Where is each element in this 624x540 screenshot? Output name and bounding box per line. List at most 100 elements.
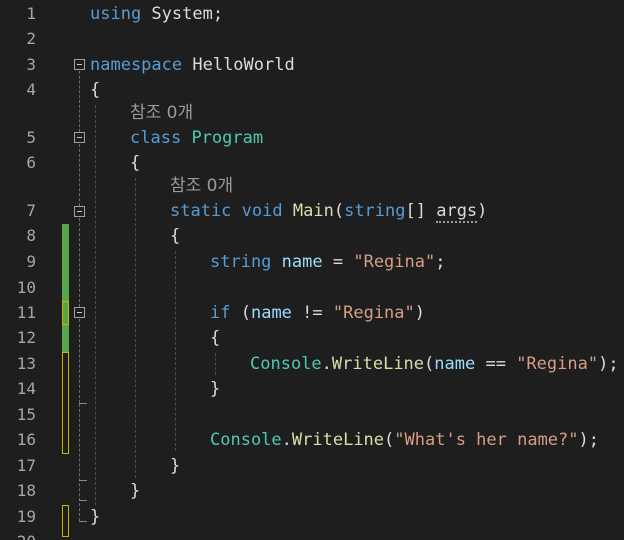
code-token: Main	[292, 201, 334, 221]
code-token: }	[170, 456, 181, 476]
line-number: 15	[16, 405, 36, 424]
code-text[interactable]: using System;	[90, 1, 223, 27]
code-text[interactable]: }	[90, 504, 100, 530]
code-line[interactable]: 1 using System;	[0, 1, 624, 27]
code-text[interactable]: namespace HelloWorld	[90, 52, 295, 78]
line-number: 12	[16, 328, 36, 347]
code-token: .	[321, 354, 332, 374]
code-line[interactable]: 2	[0, 26, 624, 52]
code-line[interactable]: 7 static void Main(string[] args)	[0, 198, 624, 224]
code-line[interactable]: 15	[0, 402, 624, 428]
code-token: (	[424, 354, 435, 374]
code-line[interactable]: 19 }	[0, 504, 624, 530]
code-token: class	[130, 128, 182, 148]
code-text[interactable]: }	[170, 453, 180, 479]
code-editor[interactable]: 1 using System; 2 3 namespace HelloWorld…	[0, 0, 624, 540]
code-line[interactable]: 9 string name = "Regina";	[0, 249, 624, 275]
code-token: name	[434, 354, 476, 374]
code-text[interactable]: {	[210, 325, 220, 351]
codelens-row[interactable]: 참조 0개	[0, 173, 624, 199]
line-number: 14	[16, 379, 36, 398]
code-text[interactable]: }	[210, 376, 220, 402]
outline-line	[79, 404, 80, 521]
line-number: 18	[16, 481, 36, 500]
code-token: args	[436, 201, 478, 223]
code-token: name	[250, 303, 292, 323]
code-token: name	[281, 252, 323, 272]
collapse-if-icon[interactable]	[74, 307, 85, 318]
outline-end	[79, 521, 87, 522]
code-token: "Regina"	[332, 303, 415, 323]
line-number: 20	[0, 529, 36, 540]
indent-guide	[95, 105, 96, 505]
codelens-row[interactable]: 참조 0개	[0, 100, 624, 126]
code-token: (	[384, 430, 395, 450]
code-token: static	[170, 201, 232, 221]
code-token: Console	[210, 430, 282, 450]
code-token: System;	[141, 4, 224, 24]
code-token: );	[578, 430, 599, 450]
line-number: 3	[26, 55, 36, 74]
code-line[interactable]: 11 if (name != "Regina")	[0, 300, 624, 326]
code-text[interactable]: if (name != "Regina")	[210, 300, 425, 326]
code-line[interactable]: 13 Console.WriteLine(name == "Regina");	[0, 351, 624, 377]
code-token: HelloWorld	[182, 55, 295, 75]
code-token: using	[90, 4, 142, 24]
code-token: {	[170, 226, 181, 246]
code-line[interactable]: 5 class Program	[0, 125, 624, 151]
code-line[interactable]: 10	[0, 275, 624, 301]
line-number: 9	[26, 252, 36, 271]
outline-end	[79, 480, 87, 481]
code-text[interactable]: static void Main(string[] args)	[170, 198, 487, 224]
code-line[interactable]: 8 {	[0, 223, 624, 249]
line-number: 1	[26, 4, 36, 23]
change-marker-unsaved	[62, 505, 69, 537]
outline-line	[79, 144, 80, 206]
code-line[interactable]: 18 }	[0, 478, 624, 504]
code-text[interactable]: string name = "Regina";	[210, 249, 445, 275]
code-text[interactable]: }	[130, 478, 140, 504]
code-line[interactable]: 14 }	[0, 376, 624, 402]
change-marker-unsaved	[62, 352, 69, 454]
references-codelens[interactable]: 참조 0개	[170, 173, 233, 199]
code-line[interactable]: 17 }	[0, 453, 624, 479]
collapse-method-icon[interactable]	[74, 206, 85, 217]
code-line[interactable]: 3 namespace HelloWorld	[0, 52, 624, 78]
line-number: 8	[26, 226, 36, 245]
outline-line	[79, 319, 80, 403]
code-token: void	[241, 201, 283, 221]
code-token: }	[90, 507, 101, 527]
code-text[interactable]: {	[170, 223, 180, 249]
outline-end	[79, 500, 87, 501]
code-token: )	[414, 303, 426, 323]
line-number: 17	[16, 456, 36, 475]
code-token: (	[230, 303, 251, 323]
code-line[interactable]: 20	[0, 529, 624, 540]
code-token: {	[130, 153, 141, 173]
indent-guide	[215, 353, 216, 375]
code-text[interactable]: Console.WriteLine("What's her name?");	[210, 427, 599, 453]
code-token: )	[477, 201, 488, 221]
code-line[interactable]: 12 {	[0, 325, 624, 351]
code-token: "Regina"	[353, 252, 436, 272]
code-token: WriteLine	[291, 430, 385, 450]
change-marker-saved	[62, 326, 69, 352]
code-token: "Regina"	[516, 354, 599, 374]
indent-guide	[175, 251, 176, 451]
code-text[interactable]: class Program	[130, 125, 263, 151]
outline-end	[79, 403, 87, 404]
collapse-class-icon[interactable]	[74, 132, 85, 143]
code-token: ==	[475, 354, 517, 374]
code-token: (	[333, 201, 345, 221]
change-marker-unsaved	[62, 301, 69, 325]
code-text[interactable]: Console.WriteLine(name == "Regina");	[250, 351, 619, 377]
references-codelens[interactable]: 참조 0개	[130, 100, 193, 126]
code-line[interactable]: 16 Console.WriteLine("What's her name?")…	[0, 427, 624, 453]
code-token: "What's her name?"	[394, 430, 579, 450]
code-token: string	[344, 201, 406, 221]
collapse-namespace-icon[interactable]	[74, 59, 85, 70]
code-token: Console	[250, 354, 322, 374]
